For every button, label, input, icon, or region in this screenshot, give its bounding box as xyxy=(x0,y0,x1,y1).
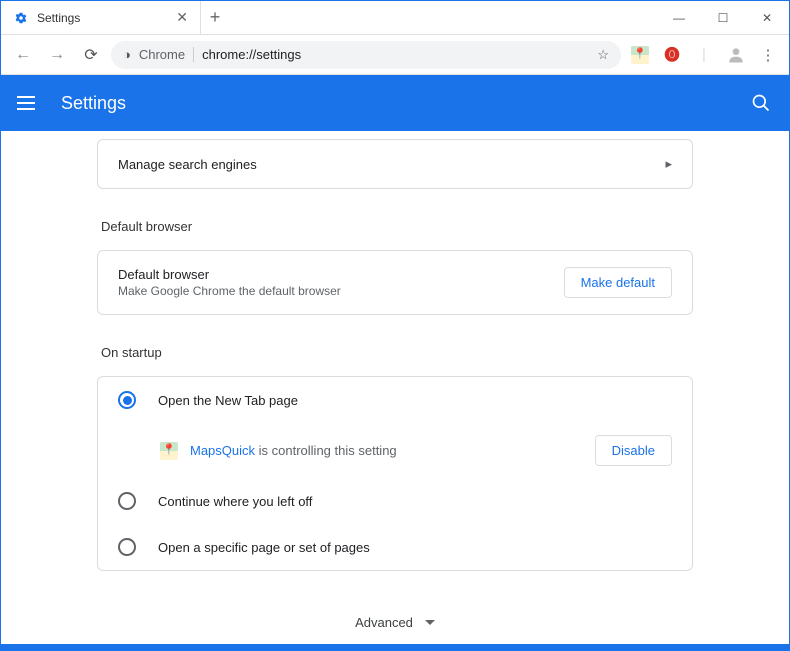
extension-name[interactable]: MapsQuick xyxy=(190,443,255,458)
page-title: Settings xyxy=(61,93,749,114)
make-default-button[interactable]: Make default xyxy=(564,267,672,298)
window-close-button[interactable]: ✕ xyxy=(745,3,789,33)
star-icon[interactable]: ☆ xyxy=(597,47,609,63)
chrome-icon: ◑ xyxy=(123,47,131,62)
gear-icon xyxy=(13,10,29,26)
default-browser-section-title: Default browser xyxy=(97,207,693,250)
settings-header: Settings xyxy=(1,75,789,131)
extension-maps-icon[interactable] xyxy=(627,42,653,68)
startup-option-newtab[interactable]: Open the New Tab page xyxy=(98,377,692,423)
manage-search-label: Manage search engines xyxy=(118,157,665,172)
manage-search-card[interactable]: Manage search engines ▸ xyxy=(97,139,693,189)
window-titlebar: Settings ✕ + — ☐ ✕ xyxy=(1,1,789,35)
startup-option-label: Continue where you left off xyxy=(158,494,312,509)
search-icon[interactable] xyxy=(749,91,773,115)
address-url: chrome://settings xyxy=(202,47,301,62)
minimize-button[interactable]: — xyxy=(657,3,701,33)
startup-option-label: Open a specific page or set of pages xyxy=(158,540,370,555)
radio-icon[interactable] xyxy=(118,492,136,510)
extension-badge-icon[interactable]: ⓿ xyxy=(659,42,685,68)
profile-icon[interactable] xyxy=(723,42,749,68)
extension-control-notice: MapsQuick is controlling this setting Di… xyxy=(98,423,692,478)
menu-icon[interactable]: ⋮ xyxy=(755,42,781,68)
maximize-button[interactable]: ☐ xyxy=(701,3,745,33)
reload-button[interactable]: ⟳ xyxy=(77,41,105,69)
menu-hamburger-icon[interactable] xyxy=(17,91,41,115)
startup-option-specific[interactable]: Open a specific page or set of pages xyxy=(98,524,692,570)
browser-tab[interactable]: Settings ✕ xyxy=(1,1,201,35)
close-tab-icon[interactable]: ✕ xyxy=(176,9,188,26)
new-tab-button[interactable]: + xyxy=(201,7,229,28)
mapsquick-icon xyxy=(160,442,178,460)
default-browser-label: Default browser xyxy=(118,267,564,282)
chevron-right-icon: ▸ xyxy=(665,156,672,172)
disable-button[interactable]: Disable xyxy=(595,435,672,466)
address-bar[interactable]: ◑ Chrome chrome://settings ☆ xyxy=(111,41,621,69)
default-browser-subtitle: Make Google Chrome the default browser xyxy=(118,284,564,298)
window-bottom-border xyxy=(1,644,789,650)
on-startup-section-title: On startup xyxy=(97,333,693,376)
default-browser-card: Default browser Make Google Chrome the d… xyxy=(97,250,693,315)
startup-option-continue[interactable]: Continue where you left off xyxy=(98,478,692,524)
on-startup-card: Open the New Tab page MapsQuick is contr… xyxy=(97,376,693,571)
forward-button[interactable]: → xyxy=(43,41,71,69)
settings-content: Manage search engines ▸ Default browser … xyxy=(1,131,789,644)
extension-message: is controlling this setting xyxy=(255,443,397,458)
tab-title: Settings xyxy=(37,11,168,25)
advanced-label: Advanced xyxy=(355,615,413,630)
divider: | xyxy=(691,42,717,68)
address-origin: Chrome xyxy=(139,47,194,62)
radio-selected-icon[interactable] xyxy=(118,391,136,409)
advanced-toggle[interactable]: Advanced xyxy=(355,589,435,644)
browser-toolbar: ← → ⟳ ◑ Chrome chrome://settings ☆ ⓿ | ⋮ xyxy=(1,35,789,75)
radio-icon[interactable] xyxy=(118,538,136,556)
startup-option-label: Open the New Tab page xyxy=(158,393,298,408)
chevron-down-icon xyxy=(425,620,435,625)
back-button[interactable]: ← xyxy=(9,41,37,69)
